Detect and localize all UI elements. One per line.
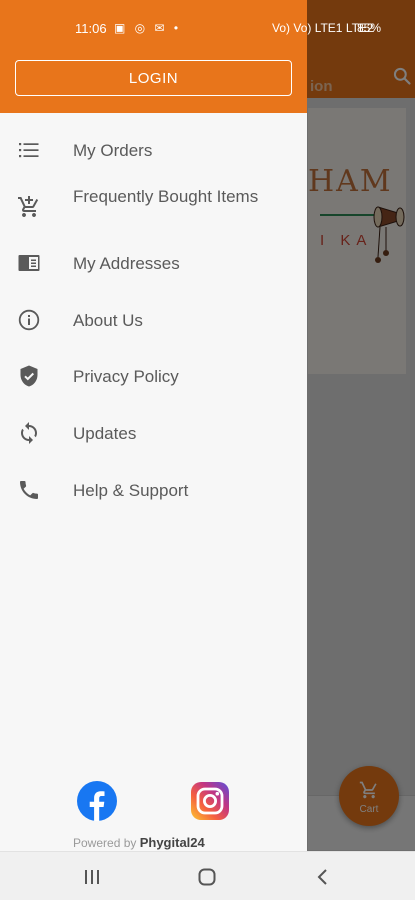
status-bar: 11:06 ▣ ◎ ✉ • Vo) Vo) LTE1 LTE2 85% (0, 0, 415, 42)
menu-item-help-support[interactable]: Help & Support (0, 465, 307, 515)
list-icon (19, 143, 39, 158)
menu-item-frequently-bought[interactable]: Frequently Bought Items (0, 183, 307, 233)
menu-item-label: Frequently Bought Items (73, 187, 259, 206)
menu-item-label: My Orders (73, 141, 153, 160)
notification-icons: ▣ ◎ ✉ • (114, 21, 182, 35)
menu-item-label: Updates (73, 424, 137, 443)
menu-item-privacy-policy[interactable]: Privacy Policy (0, 351, 307, 401)
navigation-drawer: LOGIN My Orders Frequently Bought Items … (0, 0, 307, 851)
menu-item-about-us[interactable]: About Us (0, 295, 307, 345)
menu-item-label: About Us (73, 311, 143, 330)
address-card-icon (18, 255, 40, 271)
instagram-icon[interactable] (190, 781, 230, 821)
cart-add-icon (18, 196, 39, 217)
login-button[interactable]: LOGIN (15, 60, 292, 96)
status-time: 11:06 (75, 21, 107, 36)
powered-by-brand: Phygital24 (139, 835, 205, 850)
menu-item-label: Privacy Policy (73, 367, 179, 386)
powered-by-prefix: Powered by (73, 836, 137, 850)
shield-icon (20, 365, 38, 387)
facebook-icon[interactable] (77, 781, 117, 821)
system-nav-bar (0, 851, 415, 900)
menu-item-my-addresses[interactable]: My Addresses (0, 238, 307, 288)
menu-item-my-orders[interactable]: My Orders (0, 125, 307, 175)
home-icon[interactable] (195, 866, 219, 888)
back-icon[interactable] (312, 866, 336, 888)
phone-icon (20, 481, 38, 499)
menu-item-label: Help & Support (73, 481, 189, 500)
powered-by: Powered by Phygital24 (73, 835, 205, 850)
menu-item-updates[interactable]: Updates (0, 408, 307, 458)
menu-item-label: My Addresses (73, 254, 180, 273)
refresh-icon (21, 422, 37, 444)
info-icon (18, 309, 40, 331)
battery-level: 85% (357, 21, 382, 35)
recent-apps-icon[interactable] (80, 866, 104, 888)
